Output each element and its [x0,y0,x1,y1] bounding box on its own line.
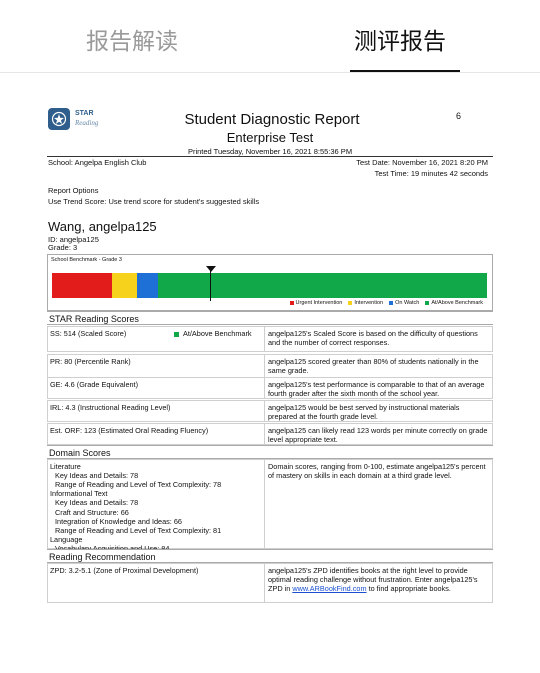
score-row-pr: PR: 80 (Percentile Rank) angelpa125 scor… [47,354,493,378]
domain-line: Literature [50,462,81,471]
page-number: 6 [456,111,462,121]
section-reading-recommendation: Reading Recommendation [47,549,493,563]
score-label: IRL: 4.3 (Instructional Reading Level) [50,403,171,412]
report-subtitle: Enterprise Test [226,130,314,145]
report-page: STAR Reading Student Diagnostic Report 6… [0,73,540,673]
score-row-ss: SS: 514 (Scaled Score) At/Above Benchmar… [47,326,493,352]
score-description: angelpa125 can likely read 123 words per… [268,426,488,445]
domain-score-list: Literature Key Ideas and Details: 78 Ran… [50,462,264,553]
domain-line: Key Ideas and Details: 78 [55,498,139,508]
arbookfind-link[interactable]: www.ARBookFind.com [292,584,366,593]
benchmark-badge: At/Above Benchmark [174,329,252,338]
domain-description: Domain scores, ranging from 0-100, estim… [268,462,486,481]
benchmark-urgent-segment [52,273,112,298]
score-description: angelpa125 scored greater than 80% of st… [268,357,479,376]
domain-line: Craft and Structure: 66 [55,507,129,517]
benchmark-onwatch-segment [137,273,158,298]
student-score-line [210,271,211,301]
benchmark-atabove-segment [158,273,487,298]
benchmark-chart: School Benchmark - Grade 3 Urgent Interv… [47,254,493,311]
benchmark-intervention-segment [112,273,137,298]
school-name: School: Angelpa English Club [48,158,147,167]
test-date: Test Date: November 16, 2021 8:20 PM [356,158,488,167]
domain-line: Informational Text [50,489,108,499]
score-row-irl: IRL: 4.3 (Instructional Reading Level) a… [47,400,493,422]
legend-atabove: At/Above Benchmark [425,300,483,306]
domain-scores-row: Literature Key Ideas and Details: 78 Ran… [47,459,493,553]
tab-assessment-report[interactable]: 测评报告 [354,22,446,56]
printed-timestamp: Printed Tuesday, November 16, 2021 8:55:… [187,147,353,156]
score-row-ge: GE: 4.6 (Grade Equivalent) angelpa125's … [47,377,493,399]
tab-bar: 报告解读 测评报告 [0,0,540,73]
section-star-reading-scores: STAR Reading Scores [47,311,493,325]
header-rule [47,156,493,157]
student-score-marker-icon [206,266,216,272]
domain-line: Range of Reading and Level of Text Compl… [55,525,222,535]
score-row-orf: Est. ORF: 123 (Estimated Oral Reading Fl… [47,423,493,445]
zpd-label: ZPD: 3.2-5.1 (Zone of Proximal Developme… [50,566,199,575]
score-label: GE: 4.6 (Grade Equivalent) [50,380,139,389]
report-options-title: Report Options [48,186,99,195]
student-name: Wang, angelpa125 [48,219,157,234]
score-description: angelpa125 would be best served by instr… [268,403,460,422]
domain-line: Key Ideas and Details: 78 [55,471,139,481]
score-label: Est. ORF: 123 (Estimated Oral Reading Fl… [50,426,209,435]
test-time: Test Time: 19 minutes 42 seconds [374,169,488,178]
legend-urgent: Urgent Intervention [289,300,342,306]
section-domain-scores: Domain Scores [47,445,493,459]
domain-line: Range of Reading and Level of Text Compl… [55,480,222,490]
tab-report-interpretation[interactable]: 报告解读 [86,22,178,56]
benchmark-label: School Benchmark - Grade 3 [51,257,122,263]
student-grade: Grade: 3 [48,243,78,252]
domain-line: Integration of Knowledge and Ideas: 66 [55,516,182,526]
report-options-line: Use Trend Score: Use trend score for stu… [48,197,260,206]
score-description: angelpa125's Scaled Score is based on th… [268,329,478,348]
score-description: angelpa125's test performance is compara… [268,380,485,399]
domain-line: Language [50,534,83,544]
zpd-description: angelpa125's ZPD identifies books at the… [268,566,478,594]
zpd-row: ZPD: 3.2-5.1 (Zone of Proximal Developme… [47,563,493,603]
score-label: PR: 80 (Percentile Rank) [50,357,131,366]
legend-intervention: Intervention [348,300,383,306]
legend-onwatch: On Watch [389,300,419,306]
benchmark-legend: Urgent Intervention Intervention On Watc… [289,300,483,306]
